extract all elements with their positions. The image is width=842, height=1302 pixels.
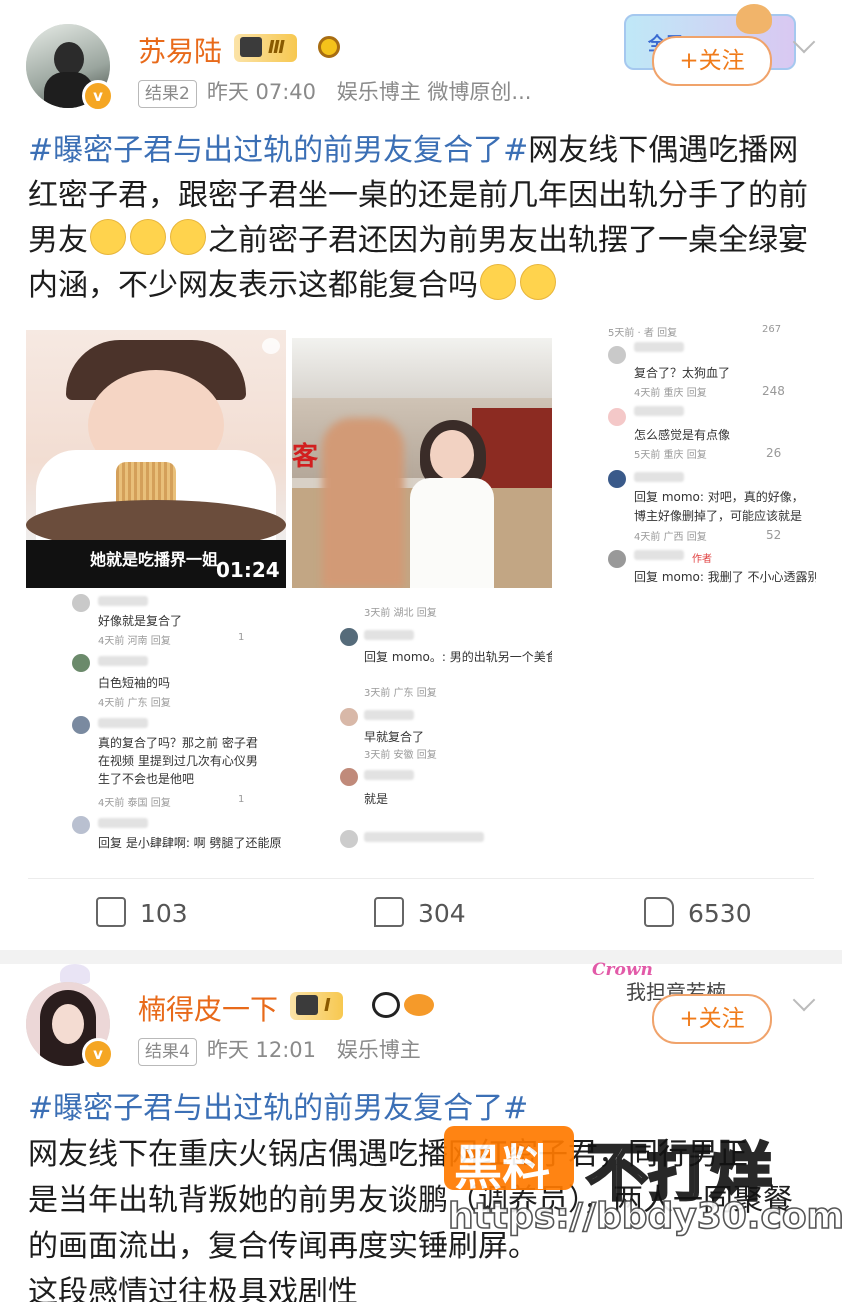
verified-icon: v	[82, 80, 114, 112]
post-source: 娱乐博主	[336, 1038, 421, 1062]
crown-icon	[296, 995, 318, 1015]
level-badge: Ⅲ	[234, 34, 298, 62]
fish-icon	[404, 994, 434, 1016]
verified-icon: v	[82, 1038, 114, 1070]
crown-icon	[240, 37, 262, 57]
post-meta: 结果2 昨天 07:40 娱乐博主 微博原创...	[138, 76, 531, 108]
follow-button[interactable]: +关注	[652, 36, 772, 86]
post-meta: 结果4 昨天 12:01 娱乐博主	[138, 1034, 421, 1066]
watermark-logo: 黑料	[444, 1126, 574, 1196]
username[interactable]: 楠得皮一下	[138, 988, 278, 1028]
post-card-1: v 苏易陆 Ⅲ 结果2昨天 07:40 娱乐博主 微博原创... 全民 +关注 …	[0, 0, 842, 950]
cat-ears-decoration	[60, 964, 90, 984]
comment-button[interactable]: 304	[374, 878, 466, 950]
comment-icon	[374, 897, 404, 927]
panda-icon	[372, 992, 400, 1018]
pet-icon	[736, 4, 772, 34]
shocked-emoji-icon	[520, 264, 556, 300]
comment-screenshot-middle[interactable]: 3天前 湖北 回复 回复 momo。: 男的出轨另一个美食博主 3天前 广东 回…	[336, 592, 552, 854]
thumbs-up-icon	[644, 897, 674, 927]
comment-screenshot-left[interactable]: 好像就是复合了 4天前 河南 回复 1 白色短袖的吗 4天前 广东 回复 真的复…	[66, 592, 286, 854]
post-time: 昨天 07:40	[206, 80, 317, 104]
result-tag: 结果4	[138, 1038, 197, 1066]
restaurant-photo[interactable]: 客	[292, 338, 552, 588]
repost-icon	[96, 897, 126, 927]
shocked-emoji-icon	[480, 264, 516, 300]
watermark: 黑料 不打烊 https://bbdy30.com	[444, 1122, 842, 1242]
comment-screenshot-right[interactable]: 5天前 · 者 回复 267 复合了？太狗血了 4天前 重庆 回复 248 怎么…	[600, 322, 816, 586]
post-source: 娱乐博主 微博原创...	[336, 80, 532, 104]
crying-emoji-icon	[90, 219, 126, 255]
chevron-down-icon[interactable]	[792, 988, 816, 1012]
video-duration: 01:24	[216, 558, 280, 582]
level-badge: I	[290, 992, 343, 1020]
chevron-down-icon[interactable]	[792, 30, 816, 54]
sunflower-icon	[318, 36, 340, 58]
follow-button[interactable]: +关注	[652, 994, 772, 1044]
watermark-url: https://bbdy30.com	[447, 1195, 842, 1238]
username[interactable]: 苏易陆	[138, 30, 222, 70]
restaurant-sign: 客	[292, 442, 319, 472]
post-time: 昨天 12:01	[206, 1038, 317, 1062]
topic-link[interactable]: #曝密子君与出过轨的前男友复合了#	[28, 133, 528, 168]
post-body: #曝密子君与出过轨的前男友复合了#网友线下偶遇吃播网红密子君，跟密子君坐一桌的还…	[28, 133, 808, 303]
weibo-logo-icon	[262, 338, 280, 354]
video-caption: 她就是吃播界一姐	[90, 550, 219, 569]
action-bar: 103 304 6530	[0, 878, 842, 950]
video-thumbnail[interactable]: 她就是吃播界一姐 01:24	[26, 330, 286, 588]
section-divider	[0, 950, 842, 964]
crying-emoji-icon	[130, 219, 166, 255]
repost-button[interactable]: 103	[96, 878, 188, 950]
like-button[interactable]: 6530	[644, 878, 752, 950]
result-tag: 结果2	[138, 80, 197, 108]
crying-emoji-icon	[170, 219, 206, 255]
